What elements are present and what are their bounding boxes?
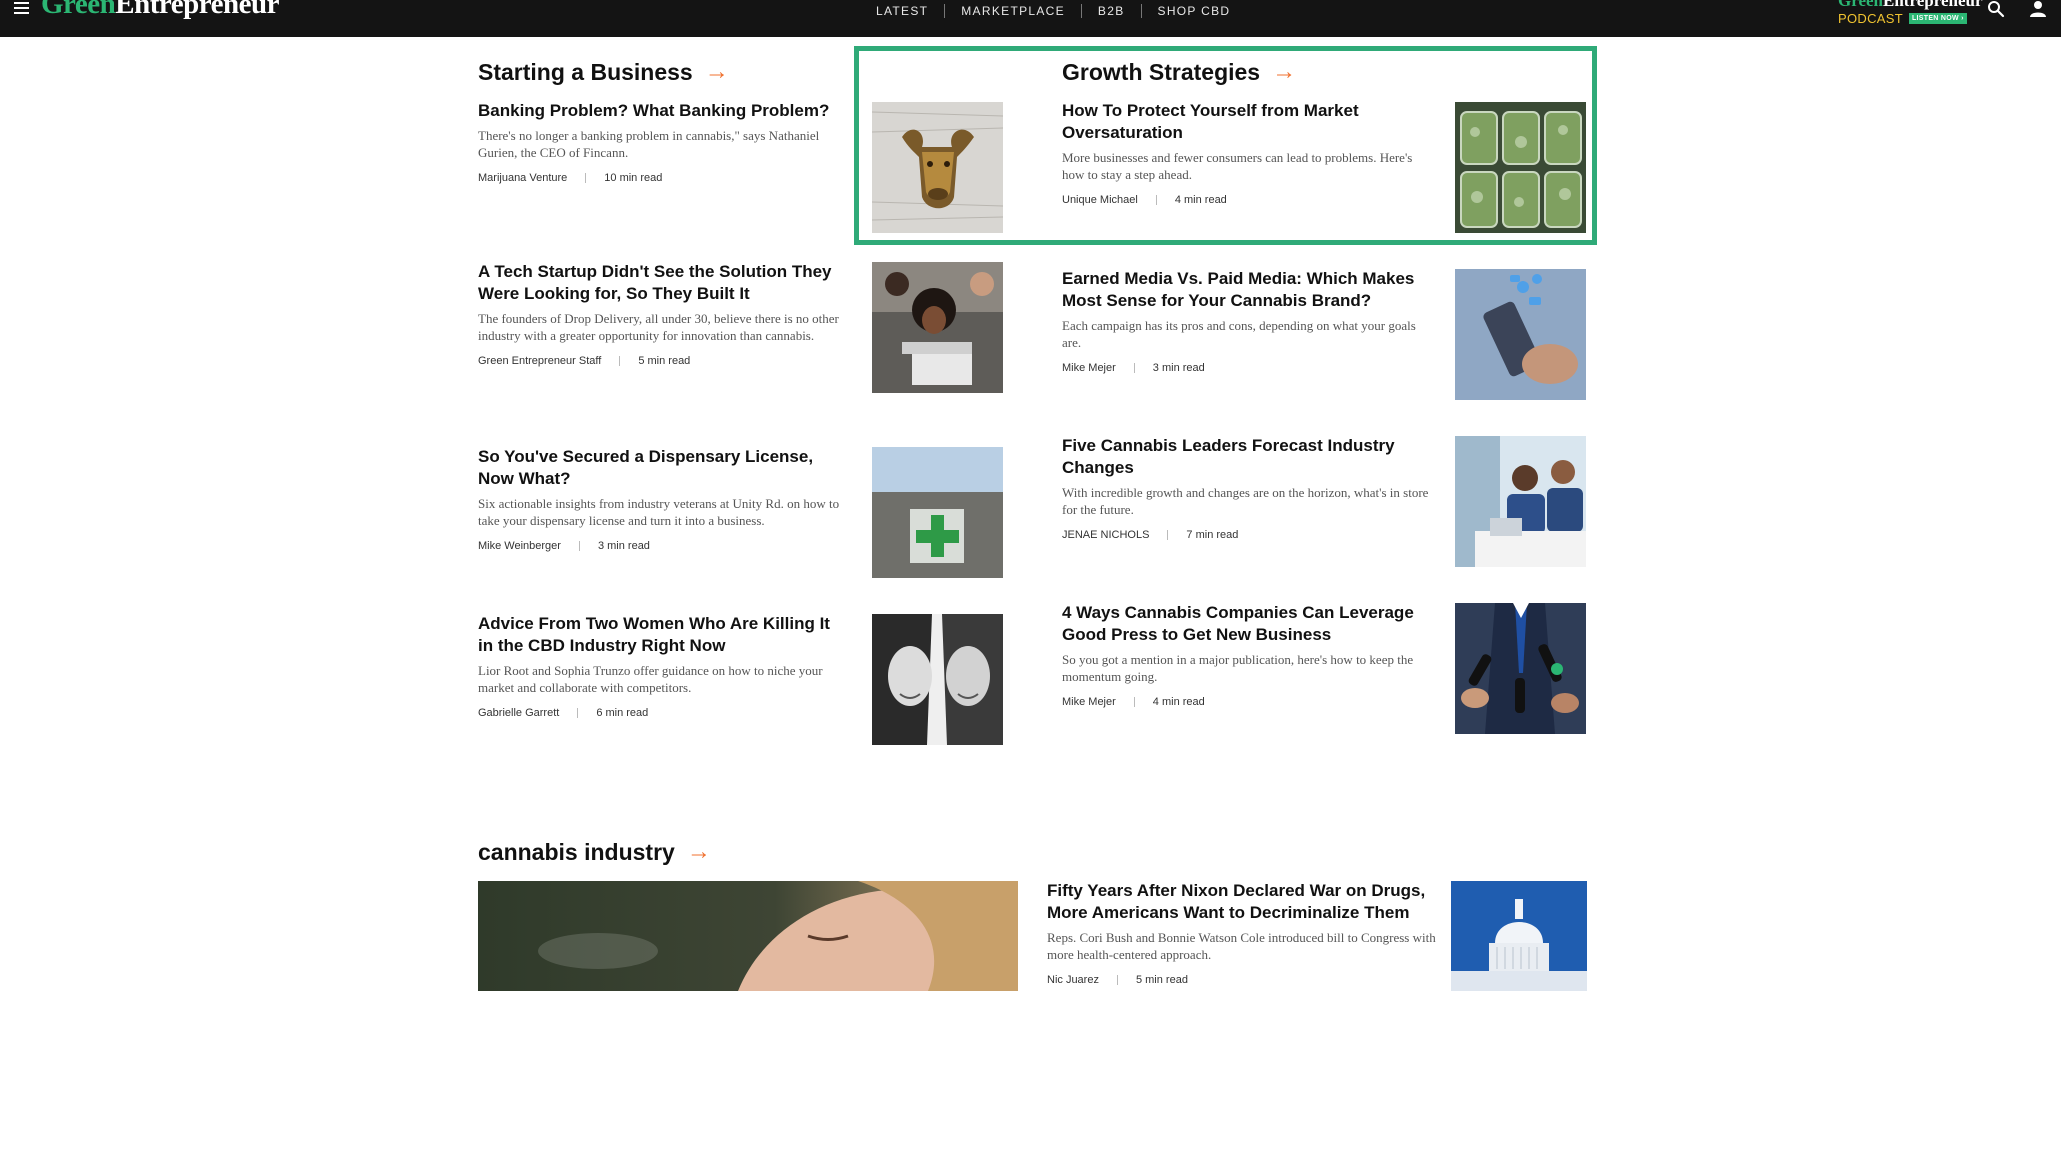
article-card: 4 Ways Cannabis Companies Can Leverage G…	[1062, 602, 1432, 708]
arrow-right-icon: →	[704, 58, 729, 85]
article-title[interactable]: Fifty Years After Nixon Declared War on …	[1047, 880, 1437, 924]
article-thumbnail-two-women[interactable]	[872, 614, 1003, 745]
article-meta: Mike Weinberger 3 min read	[478, 540, 840, 552]
article-author[interactable]: Mike Mejer	[1062, 696, 1116, 708]
article-thumbnail-capitol[interactable]	[1451, 881, 1587, 991]
article-author[interactable]: Mike Weinberger	[478, 540, 561, 552]
site-logo[interactable]: GreenEntrepreneur	[41, 0, 279, 19]
article-author[interactable]: Green Entrepreneur Staff	[478, 355, 601, 367]
article-thumbnail-startup-team[interactable]	[872, 262, 1003, 393]
article-description: With incredible growth and changes are o…	[1062, 485, 1429, 517]
selection-highlight-box	[854, 46, 1597, 245]
article-thumbnail-phone-social[interactable]	[1455, 269, 1586, 400]
article-description: Reps. Cori Bush and Bonnie Watson Cole i…	[1047, 930, 1436, 962]
menu-icon[interactable]	[14, 2, 29, 14]
article-meta: Marijuana Venture 10 min read	[478, 172, 840, 184]
article-card: A Tech Startup Didn't See the Solution T…	[478, 261, 840, 367]
main-nav: LATEST MARKETPLACE B2B SHOP CBD	[860, 0, 1246, 22]
article-meta: Mike Mejer 4 min read	[1062, 696, 1432, 708]
article-description: Lior Root and Sophia Trunzo offer guidan…	[478, 663, 823, 695]
section-title-cannabis-industry[interactable]: cannabis industry →	[478, 838, 711, 866]
article-read-time: 10 min read	[604, 172, 663, 184]
article-card: Banking Problem? What Banking Problem? T…	[478, 100, 840, 184]
article-author[interactable]: Mike Mejer	[1062, 362, 1116, 374]
podcast-label: PODCAST	[1838, 11, 1903, 26]
article-read-time: 5 min read	[1135, 974, 1188, 986]
article-title[interactable]: A Tech Startup Didn't See the Solution T…	[478, 261, 840, 305]
featured-image-woman-smoke[interactable]	[478, 881, 1018, 991]
section-title-starting-a-business[interactable]: Starting a Business →	[478, 58, 729, 86]
user-icon[interactable]	[2029, 0, 2047, 18]
search-icon[interactable]	[1987, 0, 2005, 18]
page-bottom-blank	[0, 991, 2061, 1157]
article-meta: Nic Juarez 5 min read	[1047, 974, 1437, 986]
article-card: Fifty Years After Nixon Declared War on …	[1047, 880, 1437, 986]
article-read-time: 7 min read	[1186, 529, 1239, 541]
article-thumbnail-dispensary-cross[interactable]	[872, 447, 1003, 578]
podcast-promo[interactable]: GreenEntrepreneur PODCAST LISTEN NOW ›	[1838, 0, 1983, 32]
nav-marketplace[interactable]: MARKETPLACE	[944, 4, 1081, 18]
nav-latest[interactable]: LATEST	[860, 4, 944, 18]
article-title[interactable]: Advice From Two Women Who Are Killing It…	[478, 613, 840, 657]
article-description: So you got a mention in a major publicat…	[1062, 652, 1414, 684]
article-read-time: 4 min read	[1152, 696, 1205, 708]
listen-now-badge[interactable]: LISTEN NOW ›	[1908, 13, 1967, 24]
article-description: Each campaign has its pros and cons, dep…	[1062, 318, 1416, 350]
article-meta: Green Entrepreneur Staff 5 min read	[478, 355, 840, 367]
article-description: There's no longer a banking problem in c…	[478, 128, 820, 160]
article-description: The founders of Drop Delivery, all under…	[478, 311, 839, 343]
article-title[interactable]: So You've Secured a Dispensary License, …	[478, 446, 840, 490]
article-thumbnail-press-microphones[interactable]	[1455, 603, 1586, 734]
article-meta: Gabrielle Garrett 6 min read	[478, 707, 840, 719]
article-thumbnail-business-meeting[interactable]	[1455, 436, 1586, 567]
article-description: Six actionable insights from industry ve…	[478, 496, 840, 528]
article-read-time: 3 min read	[1152, 362, 1205, 374]
article-card: Advice From Two Women Who Are Killing It…	[478, 613, 840, 719]
article-meta: Mike Mejer 3 min read	[1062, 362, 1432, 374]
article-title[interactable]: Earned Media Vs. Paid Media: Which Makes…	[1062, 268, 1432, 312]
article-read-time: 6 min read	[596, 707, 649, 719]
article-card: Earned Media Vs. Paid Media: Which Makes…	[1062, 268, 1432, 374]
article-author[interactable]: Marijuana Venture	[478, 172, 567, 184]
article-author[interactable]: JENAE NICHOLS	[1062, 529, 1149, 541]
article-title[interactable]: Banking Problem? What Banking Problem?	[478, 100, 840, 122]
article-author[interactable]: Nic Juarez	[1047, 974, 1099, 986]
arrow-right-icon: →	[686, 838, 711, 865]
nav-shop-cbd[interactable]: SHOP CBD	[1140, 4, 1247, 18]
article-card: So You've Secured a Dispensary License, …	[478, 446, 840, 552]
article-read-time: 5 min read	[638, 355, 691, 367]
article-read-time: 3 min read	[597, 540, 650, 552]
top-navigation-bar: GreenEntrepreneur LATEST MARKETPLACE B2B…	[0, 0, 2061, 37]
podcast-logo: GreenEntrepreneur	[1838, 0, 1983, 10]
article-author[interactable]: Gabrielle Garrett	[478, 707, 559, 719]
article-title[interactable]: Five Cannabis Leaders Forecast Industry …	[1062, 435, 1432, 479]
article-meta: JENAE NICHOLS 7 min read	[1062, 529, 1432, 541]
article-title[interactable]: 4 Ways Cannabis Companies Can Leverage G…	[1062, 602, 1432, 646]
article-card: Five Cannabis Leaders Forecast Industry …	[1062, 435, 1432, 541]
nav-b2b[interactable]: B2B	[1080, 4, 1141, 18]
